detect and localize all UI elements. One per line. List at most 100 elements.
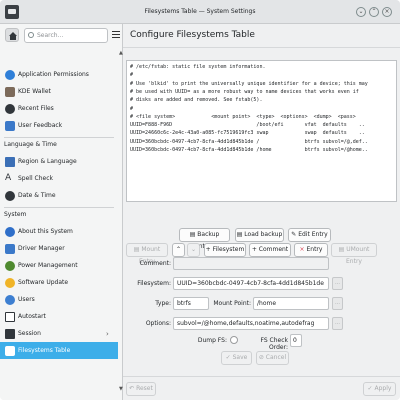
sidebar-item-users[interactable]: Users xyxy=(0,291,118,308)
load-backup-button[interactable]: ▤ Load backup xyxy=(235,228,284,242)
sidebar-item-label: Application Permissions xyxy=(18,71,89,78)
umount-entry-label: UMount Entry xyxy=(346,246,370,265)
home-button[interactable] xyxy=(5,28,19,42)
sidebar-item-application-permissions[interactable]: Application Permissions xyxy=(0,66,118,83)
spellcheck-icon: A xyxy=(5,173,12,183)
sidebar-item-label: KDE Wallet xyxy=(18,88,51,95)
sidebar-item-power-management[interactable]: Power Management xyxy=(0,257,118,274)
fstab-line: # xyxy=(130,72,134,79)
minimize-button[interactable]: ⌄ xyxy=(356,7,366,17)
chevron-up-icon: ⌃ xyxy=(175,246,182,253)
sidebar-item-label: Region & Language xyxy=(18,158,77,165)
move-up-button[interactable]: ⌃ xyxy=(172,243,185,257)
fs-check-order-spinbox[interactable]: 0 xyxy=(290,334,302,347)
search-input[interactable]: Search... xyxy=(24,28,108,43)
sidebar-item-label: User Feedback xyxy=(18,122,63,129)
chevron-right-icon: › xyxy=(106,329,109,338)
mount-point-field[interactable]: /home xyxy=(253,297,329,310)
cancel-label: Cancel xyxy=(265,354,287,361)
comment-label: Comment: xyxy=(139,260,171,267)
fstab-line-selected: UUID=360bcbdc-0497-4cb7-8cfa-4dd1d845b1d… xyxy=(130,147,368,153)
flag-icon xyxy=(5,156,15,167)
sidebar-item-driver-manager[interactable]: Driver Manager xyxy=(0,240,118,257)
delete-entry-label: Entry xyxy=(306,246,323,253)
sidebar-item-autostart[interactable]: Autostart xyxy=(0,308,118,325)
filesystem-more-button[interactable]: … xyxy=(332,277,343,290)
session-icon xyxy=(5,328,15,339)
ellipsis-icon: … xyxy=(335,280,340,286)
add-comment-button[interactable]: + Comment xyxy=(249,243,291,257)
sidebar-item-user-feedback[interactable]: User Feedback xyxy=(0,117,118,134)
sidebar-item-recent-files[interactable]: Recent Files xyxy=(0,100,118,117)
update-icon xyxy=(5,277,15,288)
autostart-icon xyxy=(5,311,15,322)
maximize-button[interactable]: ⌃ xyxy=(369,7,379,17)
dump-fs-checkbox[interactable] xyxy=(230,336,238,344)
page-header: Configure Filesystems Table xyxy=(123,24,400,48)
add-filesystem-button[interactable]: + Filesystem xyxy=(204,243,246,257)
umount-entry-button[interactable]: ▤ UMount Entry xyxy=(331,243,377,265)
feedback-icon xyxy=(5,120,15,131)
sidebar-item-label: Spell Check xyxy=(18,175,54,182)
dump-fs-label: Dump FS: xyxy=(197,337,227,344)
sidebar-item-label: Session xyxy=(18,330,41,337)
type-label: Type: xyxy=(155,300,171,307)
options-field[interactable]: subvol=/@home,defaults,noatime,autodefra… xyxy=(173,317,329,330)
sidebar-item-software-update[interactable]: Software Update xyxy=(0,274,118,291)
backup-entries-button[interactable]: ▤ Backup Entrys xyxy=(179,228,230,250)
sidebar-item-label: Autostart xyxy=(18,313,46,320)
options-more-button[interactable]: … xyxy=(332,317,343,330)
sidebar-scrollbar[interactable]: ▲ ▼ xyxy=(119,50,123,398)
apply-button[interactable]: ✓ Apply xyxy=(363,382,396,396)
window-title: Filesystems Table — System Settings xyxy=(144,8,256,15)
mount-point-more-button[interactable]: … xyxy=(332,297,343,310)
sidebar-item-spell-check[interactable]: A Spell Check xyxy=(0,170,118,187)
fstab-editor[interactable]: # /etc/fstab: static file system informa… xyxy=(126,60,397,202)
info-icon xyxy=(5,226,15,237)
clock-icon xyxy=(5,103,15,114)
filesystem-label: Filesystem: xyxy=(137,280,171,287)
wallet-icon xyxy=(5,86,15,97)
section-system: System xyxy=(4,211,27,218)
sidebar-item-session[interactable]: Session › xyxy=(0,325,118,342)
mount-entry-button[interactable]: ▤ Mount Entry xyxy=(126,243,168,265)
fstab-line: UUID=360bcbdc-0497-4cb7-8cfa-4dd1d845b1d… xyxy=(130,138,368,145)
search-icon xyxy=(28,32,34,38)
sidebar-toolbar: Search... xyxy=(0,24,123,48)
reset-label: Reset xyxy=(136,385,153,392)
footer-bar: ↶ Reset ✓ Apply xyxy=(123,376,400,400)
filesystem-field[interactable]: UUID=360bcbdc-0497-4cb7-8cfa-4dd1d845b1d… xyxy=(173,277,329,290)
close-button[interactable]: × xyxy=(382,7,392,17)
check-icon: ✓ xyxy=(225,354,233,361)
cancel-icon: ⊘ xyxy=(258,354,266,361)
sidebar-item-label: Power Management xyxy=(18,262,78,269)
fstab-line: # <file system> <mount point> <type> <op… xyxy=(130,113,356,120)
sidebar-divider xyxy=(4,207,114,208)
move-down-button[interactable]: ⌄ xyxy=(187,243,200,257)
fstab-line: UUID=24660c6c-2e4c-43a0-a085-fc7519619fc… xyxy=(130,130,365,137)
shield-icon xyxy=(5,69,15,80)
comment-field[interactable] xyxy=(173,257,329,270)
delete-entry-button[interactable]: × Entry xyxy=(294,243,328,257)
type-field[interactable]: btrfs xyxy=(173,297,209,310)
fs-check-order-label: FS Check Order: xyxy=(260,337,288,351)
sidebar-item-filesystems-table[interactable]: Filesystems Table xyxy=(0,342,118,359)
sidebar-item-label: Recent Files xyxy=(18,105,54,112)
edit-entry-button[interactable]: ✎ Edit Entry xyxy=(288,228,331,242)
sidebar-item-label: Software Update xyxy=(18,279,69,286)
apply-label: Apply xyxy=(374,385,392,392)
sidebar-item-date-time[interactable]: Date & Time xyxy=(0,187,118,204)
reset-button[interactable]: ↶ Reset xyxy=(126,382,156,396)
filesystem-icon xyxy=(5,345,15,356)
fstab-line: # disks are added and removed. See fstab… xyxy=(130,97,263,104)
save-label: Save xyxy=(232,354,248,361)
sidebar-item-kde-wallet[interactable]: KDE Wallet xyxy=(0,83,118,100)
main-panel: Configure Filesystems Table # /etc/fstab… xyxy=(123,24,400,400)
plus-icon: + xyxy=(205,246,213,253)
save-button[interactable]: ✓ Save xyxy=(221,351,252,365)
hamburger-menu-icon[interactable] xyxy=(112,31,120,39)
sidebar-item-about-system[interactable]: About this System xyxy=(0,223,118,240)
plus-icon: + xyxy=(251,246,259,253)
sidebar-item-region-language[interactable]: Region & Language xyxy=(0,153,118,170)
cancel-button[interactable]: ⊘ Cancel xyxy=(256,351,289,365)
